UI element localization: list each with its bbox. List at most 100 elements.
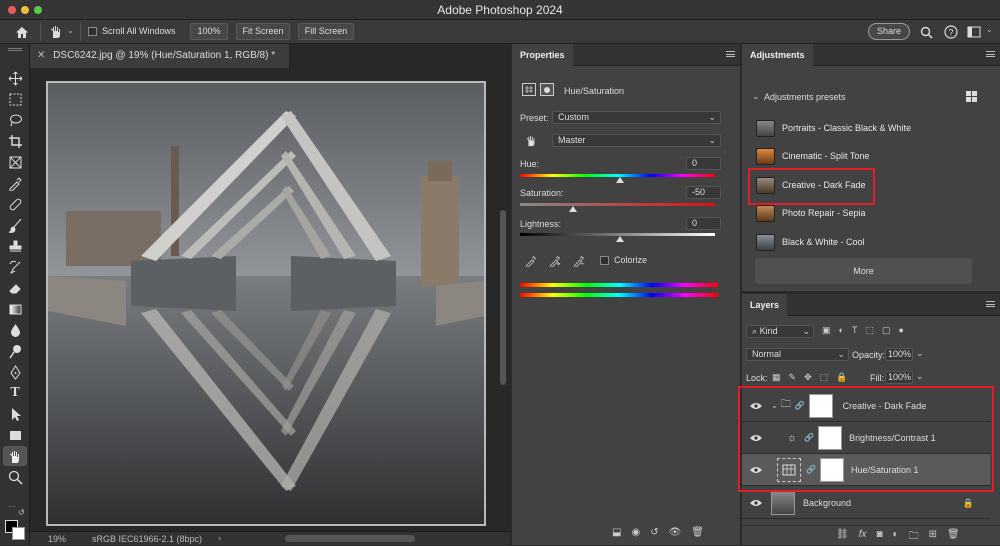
crop-tool-icon[interactable] xyxy=(3,131,27,151)
link-icon[interactable]: 🔗 xyxy=(804,433,814,442)
saturation-slider-track[interactable] xyxy=(520,203,715,206)
checkbox-box[interactable] xyxy=(88,26,97,36)
saturation-field[interactable]: -50 xyxy=(686,186,721,199)
link-layers-icon[interactable]: ⛓ xyxy=(836,529,849,546)
toolbar-grip[interactable] xyxy=(8,48,22,51)
document-scrollbar[interactable] xyxy=(500,210,506,385)
eyedropper-icon[interactable] xyxy=(524,254,538,268)
artboard-lock-icon[interactable]: ⬚ xyxy=(820,372,829,383)
colorize-checkbox[interactable]: Colorize xyxy=(600,255,647,265)
fit-screen-button[interactable]: Fit Screen xyxy=(236,23,290,40)
panel-menu-icon[interactable] xyxy=(726,51,735,57)
layer-mask-thumbnail[interactable] xyxy=(819,457,844,482)
background-color-swatch[interactable] xyxy=(12,527,25,540)
share-button[interactable]: Share xyxy=(868,23,910,40)
add-mask-icon[interactable]: ◙ xyxy=(876,529,882,546)
panel-menu-icon[interactable] xyxy=(986,51,995,57)
lock-transparency-icon[interactable]: ▦ xyxy=(772,372,781,383)
type-filter-icon[interactable]: T xyxy=(852,325,858,336)
lightness-slider-thumb[interactable] xyxy=(616,236,624,242)
filter-toggle-icon[interactable]: ● xyxy=(898,325,903,336)
lock-all-icon[interactable]: 🔒 xyxy=(836,372,847,383)
blend-mode-dropdown[interactable]: Normal ⌄ xyxy=(746,348,849,361)
hue-saturation-adjustment-icon[interactable] xyxy=(777,457,801,482)
layer-name[interactable]: Hue/Saturation 1 xyxy=(851,465,919,475)
visibility-eye-icon[interactable] xyxy=(749,434,763,442)
workspace-icon[interactable] xyxy=(966,24,982,40)
healing-brush-icon[interactable] xyxy=(3,194,27,214)
new-adjustment-icon[interactable]: ◐ xyxy=(893,529,899,546)
lock-icon[interactable]: 🔒 xyxy=(963,498,974,509)
swap-colors-icon[interactable]: ↺ xyxy=(18,508,25,517)
zoom-level[interactable]: 19% xyxy=(48,534,66,544)
stamp-tool-icon[interactable] xyxy=(3,236,27,256)
presets-header[interactable]: Adjustments presets xyxy=(764,92,846,102)
eyedropper-minus-icon[interactable] xyxy=(572,254,586,268)
layer-row-selected[interactable]: 🔗 Hue/Saturation 1 xyxy=(742,454,990,486)
preset-item[interactable]: Creative - Dark Fade xyxy=(756,173,976,197)
layer-filter-kind[interactable]: ⌕ Kind ⌄ xyxy=(746,325,814,338)
layer-name[interactable]: Background xyxy=(803,498,851,508)
adjustment-filter-icon[interactable]: ◐ xyxy=(839,325,844,336)
horizontal-scrollbar[interactable] xyxy=(285,535,415,542)
preset-item[interactable]: Black & White - Cool xyxy=(756,230,976,254)
chevron-down-icon[interactable]: ⌄ xyxy=(916,348,924,359)
channel-dropdown[interactable]: Master ⌄ xyxy=(552,134,721,147)
pen-tool-icon[interactable] xyxy=(3,362,27,382)
more-presets-button[interactable]: More xyxy=(755,258,972,284)
pixel-filter-icon[interactable]: ▣ xyxy=(822,325,831,336)
chevron-down-icon[interactable]: ⌄ xyxy=(986,25,993,34)
close-tab-icon[interactable]: ✕ xyxy=(37,50,45,61)
background-layer-thumbnail[interactable] xyxy=(771,491,795,515)
reset-icon[interactable]: ↺ xyxy=(650,527,658,538)
lightness-field[interactable]: 0 xyxy=(686,217,721,230)
path-selection-icon[interactable] xyxy=(3,404,27,424)
new-layer-icon[interactable]: ⊞ xyxy=(929,529,937,546)
document-tab[interactable]: ✕ DSC6242.jpg @ 19% (Hue/Saturation 1, R… xyxy=(30,44,290,68)
delete-icon[interactable]: 🗑 xyxy=(691,527,704,538)
checkbox-box[interactable] xyxy=(600,255,609,265)
frame-tool-icon[interactable] xyxy=(3,152,27,172)
rectangle-tool-icon[interactable] xyxy=(3,425,27,445)
eraser-tool-icon[interactable] xyxy=(3,278,27,298)
zoom-100-button[interactable]: 100% xyxy=(190,23,228,40)
mask-icon[interactable] xyxy=(540,83,554,96)
layer-name[interactable]: Brightness/Contrast 1 xyxy=(849,433,936,443)
grid-view-icon[interactable] xyxy=(966,91,977,102)
link-icon[interactable]: 🔗 xyxy=(806,465,816,474)
view-previous-icon[interactable]: ◉ xyxy=(631,527,640,538)
shape-filter-icon[interactable]: ⬚ xyxy=(865,325,874,336)
search-icon[interactable] xyxy=(918,24,934,40)
delete-layer-icon[interactable]: 🗑 xyxy=(947,529,960,546)
visibility-eye-icon[interactable] xyxy=(749,402,763,410)
dodge-tool-icon[interactable] xyxy=(3,341,27,361)
scroll-all-windows-checkbox[interactable]: Scroll All Windows xyxy=(88,26,176,36)
tab-layers[interactable]: Layers xyxy=(742,294,788,316)
chevron-down-icon[interactable]: ⌄ xyxy=(916,371,924,382)
layer-mask-thumbnail[interactable] xyxy=(818,425,843,450)
layer-name[interactable]: Creative - Dark Fade xyxy=(843,401,927,411)
tab-adjustments[interactable]: Adjustments xyxy=(742,44,813,66)
blur-tool-icon[interactable] xyxy=(3,320,27,340)
preset-dropdown[interactable]: Custom ⌄ xyxy=(552,111,721,124)
targeted-adjustment-icon[interactable] xyxy=(524,134,538,148)
brush-tool-icon[interactable] xyxy=(3,215,27,235)
preset-item[interactable]: Photo Repair - Sepia xyxy=(756,201,976,225)
history-brush-icon[interactable] xyxy=(3,257,27,277)
panel-menu-icon[interactable] xyxy=(986,301,995,307)
eyedropper-plus-icon[interactable] xyxy=(548,254,562,268)
preset-item[interactable]: Cinematic - Split Tone xyxy=(756,144,976,168)
chevron-right-icon[interactable]: › xyxy=(218,533,221,543)
visibility-eye-icon[interactable] xyxy=(749,499,763,507)
chevron-down-icon[interactable]: ⌄ xyxy=(771,401,778,410)
lock-pixels-icon[interactable]: ✎ xyxy=(789,372,797,383)
hand-tool-icon[interactable] xyxy=(3,446,27,466)
link-icon[interactable]: 🔗 xyxy=(795,401,805,410)
layer-row[interactable]: ☼ 🔗 Brightness/Contrast 1 xyxy=(742,422,990,454)
gradient-tool-icon[interactable] xyxy=(3,299,27,319)
eyedropper-tool-icon[interactable] xyxy=(3,173,27,193)
layer-row-group[interactable]: ⌄ 🗀 🔗 Creative - Dark Fade xyxy=(742,390,990,422)
layer-mask-thumbnail[interactable] xyxy=(808,393,833,418)
type-tool-icon[interactable]: T xyxy=(3,383,27,403)
hue-slider-thumb[interactable] xyxy=(616,177,624,183)
